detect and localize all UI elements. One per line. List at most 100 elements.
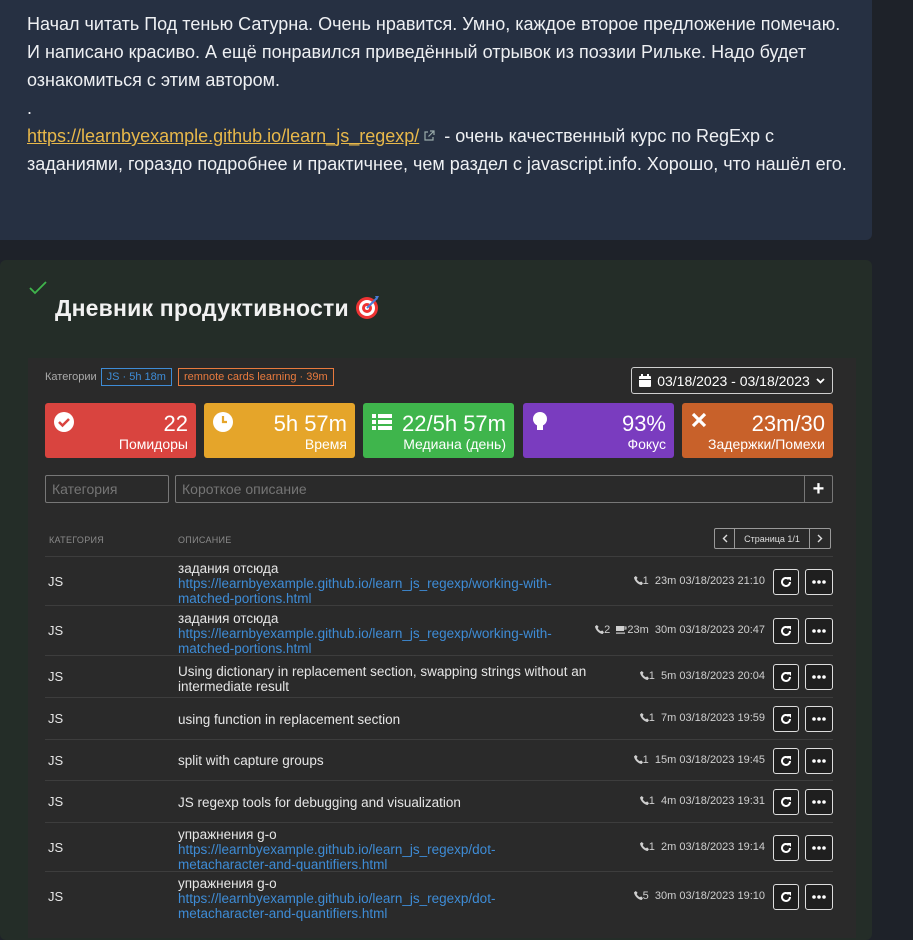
restart-button[interactable] [773,569,799,595]
entry-category: JS [48,794,64,809]
redo-icon [781,576,791,587]
external-link-icon [424,130,435,141]
redo-icon [781,625,791,636]
entry-meta: 1 2m 03/18/2023 19:14 [639,841,765,853]
note-separator: . [27,98,33,118]
entry-category: JS [48,711,64,726]
restart-button[interactable] [773,706,799,732]
entry-link[interactable]: https://learnbyexample.github.io/learn_j… [178,576,552,606]
entry-link[interactable]: https://learnbyexample.github.io/learn_j… [178,626,552,656]
entry-category: JS [48,623,64,638]
add-entry-button[interactable]: + [804,475,833,503]
restart-button[interactable] [773,835,799,861]
next-page-button[interactable] [810,528,831,549]
calls-count: 1 [648,841,655,853]
restart-button[interactable] [773,748,799,774]
entry-datetime: 03/18/2023 19:45 [679,754,765,766]
more-options-button[interactable] [805,835,833,861]
times-icon [691,412,707,428]
stat-label: Фокус [627,436,666,452]
categories-label: Категории [45,371,97,383]
restart-button[interactable] [773,884,799,910]
phone-icon [633,891,643,900]
more-options-button[interactable] [805,569,833,595]
description-input[interactable] [175,475,805,503]
chevron-right-icon [817,534,823,543]
prev-page-button[interactable] [714,528,735,549]
chevron-left-icon [722,534,727,543]
more-options-button[interactable] [805,748,833,774]
redo-icon [781,842,791,853]
entry-duration: 15m [654,754,677,766]
top-dot: . [54,0,59,6]
restart-button[interactable] [773,664,799,690]
clock-icon [213,412,233,432]
calls-count: 1 [648,795,655,807]
date-range-text: 03/18/2023 - 03/18/2023 [657,372,810,389]
restart-button[interactable] [773,618,799,644]
ellipsis-icon [812,895,826,899]
entry-datetime: 03/18/2023 19:14 [679,841,765,853]
ellipsis-icon [812,675,826,679]
stat-focus: 93% Фокус [523,403,674,458]
phone-icon [639,671,649,680]
date-range-picker[interactable]: 03/18/2023 - 03/18/2023 [631,367,833,394]
entry-text: задания отсюда [178,611,279,626]
more-options-button[interactable] [805,618,833,644]
table-row: JS упражнения g-o https://learnbyexample.g… [45,871,833,921]
entry-duration: 4m [661,795,677,807]
entry-description: split with capture groups [178,753,608,768]
done-check-icon[interactable] [28,280,48,296]
stat-label: Время [304,436,347,452]
category-input[interactable] [45,475,169,503]
entry-duration: 2m [661,841,677,853]
phone-icon [633,576,643,585]
category-chip-remnote[interactable]: remnote cards learning · 39m [177,368,334,386]
entry-meta: 2 23m 30m 03/18/2023 20:47 [595,624,765,636]
entry-datetime: 03/18/2023 19:31 [679,795,765,807]
entry-datetime: 03/18/2023 19:10 [679,890,765,902]
restart-button[interactable] [773,789,799,815]
note-paragraph-1: Начал читать Под тенью Сатурна. Очень нр… [27,14,841,90]
more-options-button[interactable] [805,706,833,732]
entry-duration: 30m [654,890,677,902]
entry-text: упражнения g-o [178,827,277,842]
redo-icon [781,891,791,902]
redo-icon [781,755,791,766]
entry-duration: 23m [654,575,677,587]
note-paragraph-2: https://learnbyexample.github.io/learn_j… [27,122,847,178]
ellipsis-icon [812,629,826,633]
table-row: JS using function in replacement section 1… [45,697,833,740]
entry-link[interactable]: https://learnbyexample.github.io/learn_j… [178,842,495,872]
entry-category: JS [48,574,64,589]
entry-meta: 1 4m 03/18/2023 19:31 [639,795,765,807]
stat-value: 93% [621,411,666,436]
productivity-title: Дневник продуктивности [55,294,381,322]
entry-meta: 1 5m 03/18/2023 20:04 [639,670,765,682]
more-options-button[interactable] [805,664,833,690]
stat-time: 5h 57m Время [204,403,355,458]
entry-category: JS [48,840,64,855]
more-options-button[interactable] [805,884,833,910]
entry-duration: 30m [654,624,677,636]
note-card: . Начал читать Под тенью Сатурна. Очень … [0,0,872,240]
column-header-description: ОПИСАНИЕ [178,535,232,545]
stat-value: 23m/30 [751,411,825,436]
table-row: JS Using dictionary in replacement sectio… [45,655,833,698]
entry-text: JS regexp tools for debugging and visual… [178,795,461,810]
stat-interruptions: 23m/30 Задержки/Помехи [682,403,833,458]
entry-description: Using dictionary in replacement section,… [178,664,608,694]
category-chip-js[interactable]: JS · 5h 18m [100,368,172,386]
calls-count: 1 [642,575,649,587]
page-indicator: Страница 1/1 [735,528,810,549]
entry-link[interactable]: https://learnbyexample.github.io/learn_j… [178,891,495,921]
ellipsis-icon [812,580,826,584]
ellipsis-icon [812,800,826,804]
check-circle-icon [54,412,74,432]
ellipsis-icon [812,846,826,850]
more-options-button[interactable] [805,789,833,815]
regexp-course-link[interactable]: https://learnbyexample.github.io/learn_j… [27,126,419,146]
table-row: JS split with capture groups 1 15m 03/18/2… [45,739,833,781]
entry-description: задания отсюда https://learnbyexample.git… [178,611,573,656]
entry-datetime: 03/18/2023 20:04 [679,670,765,682]
